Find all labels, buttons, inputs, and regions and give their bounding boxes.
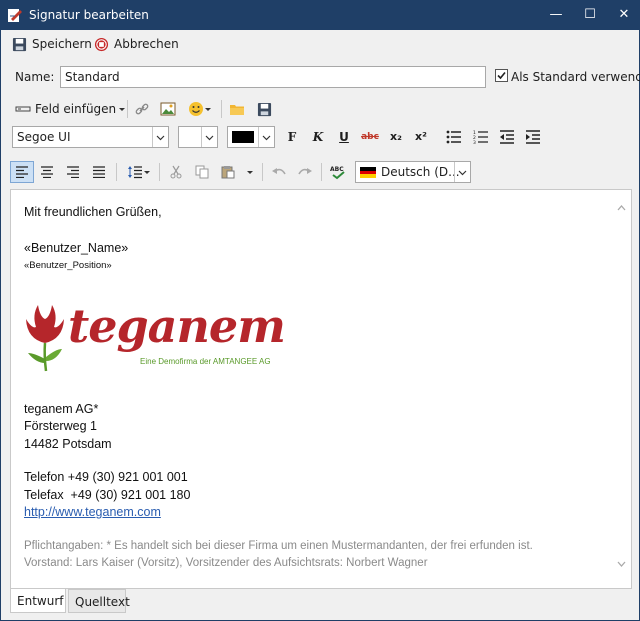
insert-field-label: Feld einfügen (35, 102, 117, 116)
align-right-icon[interactable] (64, 163, 82, 181)
link-icon[interactable] (133, 100, 151, 118)
outdent-icon[interactable] (498, 128, 516, 146)
toolbar-separator (116, 163, 117, 181)
company-city: 14482 Potsdam (24, 436, 112, 451)
title-bar: Signatur bearbeiten — ☐ ✕ (1, 1, 640, 30)
open-folder-icon[interactable] (228, 100, 246, 118)
language-value: Deutsch (D... (381, 165, 460, 179)
language-select[interactable]: Deutsch (D... (355, 161, 471, 183)
fax-text: Telefax +49 (30) 921 001 180 (24, 487, 191, 502)
name-input[interactable]: Standard (60, 66, 486, 88)
company-logo: teganem Eine Demofirma der AMTANGEE AG (24, 297, 286, 387)
save-label: Speichern (32, 37, 92, 51)
bold-button[interactable]: F (282, 127, 302, 147)
cancel-label: Abbrechen (114, 37, 179, 51)
website-link[interactable]: http://www.teganem.com (24, 504, 604, 522)
cut-icon[interactable] (167, 163, 185, 181)
tab-design[interactable]: Entwurf (10, 589, 66, 613)
chevron-down-icon (201, 127, 217, 147)
paste-icon[interactable] (219, 163, 237, 181)
image-icon[interactable] (159, 100, 177, 118)
svg-text:ABC: ABC (330, 166, 344, 173)
window-title: Signatur bearbeiten (29, 8, 149, 22)
vertical-scrollbar[interactable] (612, 190, 631, 588)
emoji-icon[interactable] (187, 100, 213, 118)
bullet-list-icon[interactable] (445, 128, 463, 146)
toolbar-separator (221, 100, 222, 118)
strikethrough-button[interactable]: abc (358, 127, 382, 147)
paste-options-chevron-icon[interactable] (243, 163, 257, 181)
user-name-placeholder: «Benutzer_Name» (24, 240, 129, 255)
default-checkbox[interactable] (495, 69, 508, 82)
edit-signature-icon (8, 9, 22, 22)
company-name: teganem AG* (24, 401, 99, 416)
user-position-placeholder: «Benutzer_Position» (24, 260, 112, 271)
save-button[interactable]: Speichern (12, 34, 92, 54)
logo-tagline: Eine Demofirma der AMTANGEE AG (140, 356, 271, 366)
spellcheck-icon[interactable]: ABC (329, 163, 347, 181)
color-swatch (232, 131, 254, 143)
chevron-down-icon (119, 108, 126, 111)
insert-field-button[interactable]: Feld einfügen (15, 99, 126, 119)
legal-notice-2: Vorstand: Lars Kaiser (Vorsitz), Vorsitz… (24, 557, 428, 569)
chevron-down-icon (258, 127, 274, 147)
chevron-down-icon (454, 162, 470, 182)
maximize-button[interactable]: ☐ (573, 1, 607, 30)
underline-button[interactable]: U (334, 127, 354, 147)
align-left-icon[interactable] (10, 161, 34, 183)
chevron-down-icon (152, 127, 168, 147)
legal-notice-1: Pflichtangaben: * Es handelt sich bei di… (24, 539, 533, 552)
font-family-select[interactable]: Segoe UI (12, 126, 169, 148)
font-color-select[interactable] (227, 126, 275, 148)
logo-wordmark: teganem (68, 298, 286, 353)
name-label: Name: (15, 70, 55, 84)
save-icon (12, 37, 27, 51)
company-street: Försterweg 1 (24, 419, 97, 433)
scroll-down-icon[interactable] (617, 561, 626, 568)
field-icon (15, 106, 31, 112)
copy-icon[interactable] (193, 163, 211, 181)
italic-button[interactable]: K (308, 127, 328, 147)
align-center-icon[interactable] (38, 163, 56, 181)
signature-content: Mit freundlichen Grüßen, «Benutzer_Name»… (24, 204, 604, 573)
toolbar-separator (321, 163, 322, 181)
svg-text:3: 3 (473, 140, 476, 144)
checkmark-icon (497, 71, 506, 80)
font-size-select[interactable] (178, 126, 218, 148)
toolbar-separator (159, 163, 160, 181)
line-spacing-icon[interactable] (125, 163, 153, 181)
german-flag-icon (360, 167, 376, 178)
cancel-button[interactable]: Abbrechen (94, 34, 179, 54)
tab-source[interactable]: Quelltext (68, 589, 130, 613)
toolbar-separator (262, 163, 263, 181)
subscript-button[interactable]: x₂ (386, 127, 406, 147)
scroll-up-icon[interactable] (617, 204, 626, 211)
close-button[interactable]: ✕ (607, 1, 640, 30)
toolbar-separator (127, 100, 128, 118)
indent-icon[interactable] (524, 128, 542, 146)
signature-editor-window: Signatur bearbeiten — ☐ ✕ Speichern Abbr… (0, 0, 640, 621)
default-checkbox-label: Als Standard verwenden (511, 70, 640, 84)
superscript-button[interactable]: x² (411, 127, 431, 147)
redo-icon[interactable] (296, 163, 314, 181)
minimize-button[interactable]: — (539, 1, 573, 30)
greeting-text: Mit freundlichen Grüßen, (24, 205, 162, 219)
numbered-list-icon[interactable]: 123 (472, 128, 490, 146)
undo-icon[interactable] (270, 163, 288, 181)
font-family-value: Segoe UI (17, 130, 71, 144)
signature-editor[interactable]: Mit freundlichen Grüßen, «Benutzer_Name»… (10, 189, 632, 589)
align-justify-icon[interactable] (90, 163, 108, 181)
stop-icon (94, 37, 109, 51)
save-file-icon[interactable] (255, 100, 273, 118)
tulip-logo-icon (26, 304, 64, 371)
phone-text: Telefon +49 (30) 921 001 001 (24, 470, 188, 484)
